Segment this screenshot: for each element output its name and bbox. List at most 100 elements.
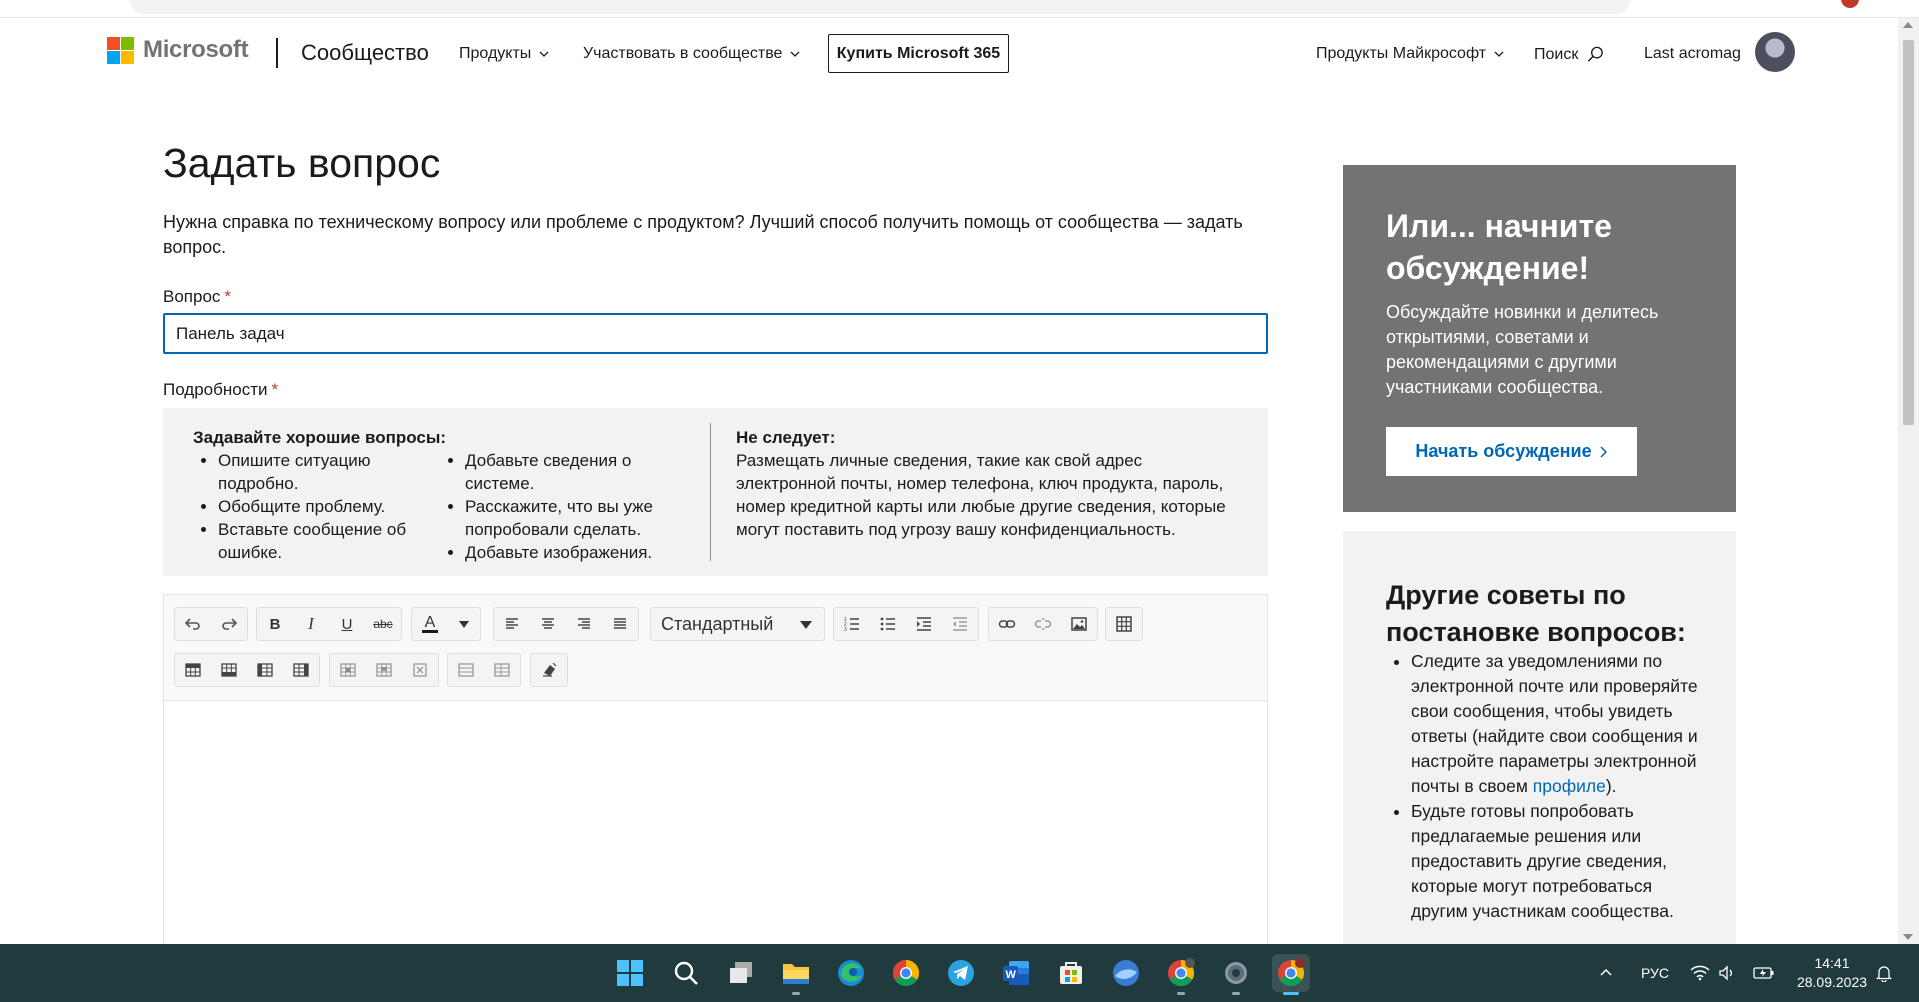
address-bar[interactable] <box>130 0 1630 14</box>
page-title: Задать вопрос <box>163 140 441 186</box>
chrome-icon[interactable] <box>887 954 925 992</box>
microsoft-logo[interactable]: Microsoft <box>107 36 249 64</box>
profile-link[interactable]: профиле <box>1533 776 1606 796</box>
tips-divider <box>710 423 711 561</box>
editor-toolbar: B I U abc A Стандартный 123 <box>164 595 1267 701</box>
table-group <box>1105 607 1143 641</box>
paragraph-style-select[interactable]: Стандартный <box>650 607 825 641</box>
align-center-icon[interactable] <box>530 608 566 640</box>
link-icon[interactable] <box>989 608 1025 640</box>
chrome-active-icon[interactable] <box>1272 954 1310 995</box>
nav-participate[interactable]: Участвовать в сообществе <box>583 45 801 63</box>
text-color-group: A <box>411 607 481 641</box>
community-title[interactable]: Сообщество <box>301 40 429 66</box>
page-scrollbar[interactable] <box>1898 18 1919 944</box>
table-row-group <box>174 653 320 687</box>
bold-icon[interactable]: B <box>257 608 293 640</box>
settings-icon[interactable] <box>1217 954 1255 995</box>
underline-icon[interactable]: U <box>329 608 365 640</box>
chevron-down-icon <box>1494 51 1504 57</box>
svg-text:W: W <box>1006 969 1017 981</box>
bulleted-list-icon[interactable] <box>870 608 906 640</box>
table-row-props-icon[interactable] <box>484 654 520 686</box>
indent-icon[interactable] <box>906 608 942 640</box>
image-icon[interactable] <box>1061 608 1097 640</box>
numbered-list-icon[interactable]: 123 <box>834 608 870 640</box>
text-color-icon[interactable]: A <box>412 608 448 640</box>
nav-search[interactable]: Поиск <box>1534 45 1605 64</box>
required-mark: * <box>224 287 232 306</box>
nav-products[interactable]: Продукты <box>459 45 550 63</box>
microsoft-logo-icon <box>107 36 134 64</box>
details-editor: B I U abc A Стандартный 123 <box>163 594 1268 974</box>
align-right-icon[interactable] <box>566 608 602 640</box>
wifi-icon[interactable] <box>1690 944 1710 1002</box>
list-item: Добавьте сведения о системе. <box>465 449 690 495</box>
insert-column-left-icon[interactable] <box>247 654 283 686</box>
text-format-group: B I U abc <box>256 607 402 641</box>
intro-text: Нужна справка по техническому вопросу ил… <box>163 212 1243 257</box>
task-view-icon[interactable] <box>722 954 760 992</box>
question-input[interactable] <box>163 313 1268 354</box>
list-item: Вставьте сообщение об ошибке. <box>218 518 440 564</box>
file-explorer-icon[interactable] <box>777 954 815 995</box>
clear-formatting-icon[interactable] <box>531 654 567 686</box>
notification-bell-icon[interactable] <box>1876 944 1892 1002</box>
insert-column-right-icon[interactable] <box>283 654 319 686</box>
align-left-icon[interactable] <box>494 608 530 640</box>
chevron-down-icon <box>790 51 800 57</box>
telegram-icon[interactable] <box>942 954 980 992</box>
battery-icon[interactable] <box>1753 944 1775 1002</box>
paragraph-style-value: Стандартный <box>661 614 774 634</box>
redo-icon[interactable] <box>211 608 247 640</box>
show-hidden-icons[interactable] <box>1598 944 1614 1002</box>
italic-icon[interactable]: I <box>293 608 329 640</box>
language-indicator[interactable]: РУС <box>1641 944 1669 1002</box>
list-group: 123 <box>833 607 979 641</box>
insert-row-above-icon[interactable] <box>175 654 211 686</box>
details-label: Подробности * <box>163 380 278 400</box>
tip1-tail: ). <box>1605 776 1617 796</box>
tips-dont-title: Не следует: <box>736 428 836 447</box>
svg-text:3: 3 <box>844 627 847 633</box>
question-label-text: Вопрос <box>163 287 221 306</box>
scroll-up-icon[interactable] <box>1903 22 1913 28</box>
system-clock[interactable]: 14:41 28.09.2023 <box>1792 954 1872 992</box>
store-icon[interactable] <box>1052 954 1090 992</box>
buy-microsoft-365-button[interactable]: Купить Microsoft 365 <box>828 34 1009 73</box>
undo-icon[interactable] <box>175 608 211 640</box>
start-discussion-card: Или... начните обсуждение! Обсуждайте но… <box>1343 165 1736 512</box>
user-avatar[interactable] <box>1755 32 1795 72</box>
delete-table-icon[interactable] <box>402 654 438 686</box>
profile-icon[interactable] <box>1841 0 1859 8</box>
globe-app-icon[interactable] <box>1107 954 1145 992</box>
header-divider <box>276 38 278 68</box>
insert-row-below-icon[interactable] <box>211 654 247 686</box>
delete-column-icon[interactable] <box>366 654 402 686</box>
edge-icon[interactable] <box>832 954 870 992</box>
word-icon[interactable]: W <box>997 954 1035 992</box>
align-justify-icon[interactable] <box>602 608 638 640</box>
table-cell-props-icon[interactable] <box>448 654 484 686</box>
tips-do-section: Задавайте хорошие вопросы: Опишите ситуа… <box>193 426 713 564</box>
volume-icon[interactable] <box>1718 944 1736 1002</box>
table-icon[interactable] <box>1106 608 1142 640</box>
search-icon <box>1588 46 1604 62</box>
nav-user-name[interactable]: Last acromag <box>1644 45 1741 63</box>
search-icon[interactable] <box>667 954 705 992</box>
discuss-text: Обсуждайте новинки и делитесь открытиями… <box>1386 302 1659 397</box>
start-discussion-button[interactable]: Начать обсуждение <box>1386 427 1637 476</box>
windows-start-icon[interactable] <box>611 954 649 992</box>
caret-down-icon[interactable] <box>448 608 480 640</box>
tips-do-title: Задавайте хорошие вопросы: <box>193 428 447 447</box>
scrollbar-thumb[interactable] <box>1903 40 1914 425</box>
editor-text-area[interactable] <box>164 702 1267 973</box>
nav-ms-products[interactable]: Продукты Майкрософт <box>1316 45 1505 63</box>
unlink-icon[interactable] <box>1025 608 1061 640</box>
more-tips-list: Следите за уведомлениями по электронной … <box>1386 649 1706 924</box>
delete-row-icon[interactable] <box>330 654 366 686</box>
scroll-down-icon[interactable] <box>1903 934 1913 940</box>
outdent-icon[interactable] <box>942 608 978 640</box>
strikethrough-icon[interactable]: abc <box>365 608 401 640</box>
chrome-profile-icon[interactable] <box>1162 954 1200 995</box>
